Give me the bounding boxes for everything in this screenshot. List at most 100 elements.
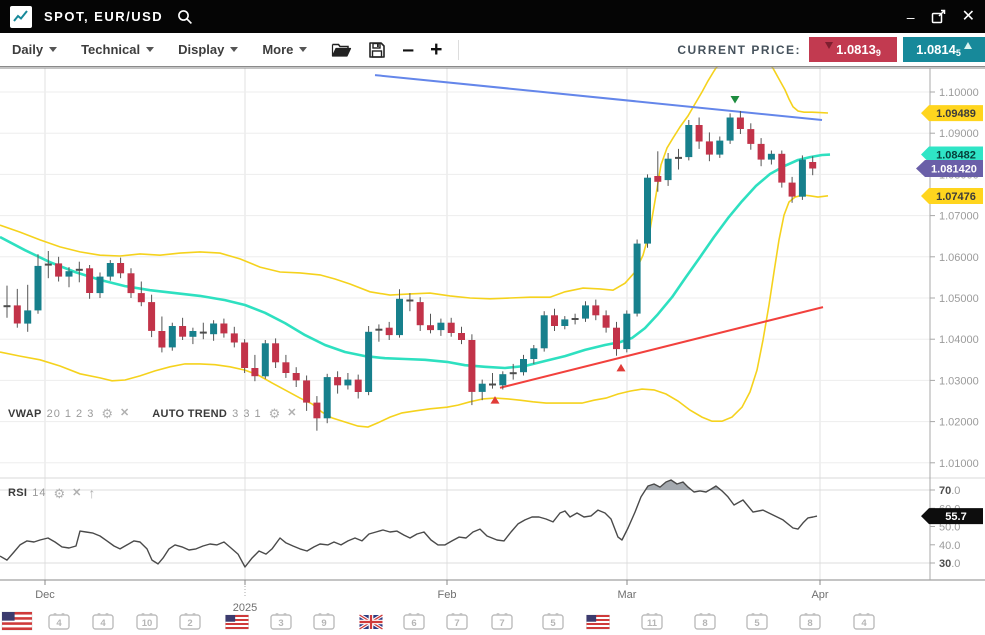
auto-trend-remove-icon[interactable]: ✕	[287, 408, 296, 419]
calendar-event-icon[interactable]: 10	[137, 613, 157, 629]
rsi-line	[0, 480, 817, 567]
calendar-event-icon[interactable]: 2	[180, 613, 200, 629]
auto-trend-support-line[interactable]	[500, 307, 823, 388]
doji-candle	[4, 305, 11, 307]
candle	[809, 162, 816, 169]
candle	[634, 244, 641, 314]
us-flag-icon[interactable]	[2, 612, 32, 630]
time-axis: Dec2025FebMarApr	[35, 580, 829, 614]
svg-text:1.10000: 1.10000	[939, 87, 979, 99]
chart-app-icon	[10, 6, 32, 28]
candle	[468, 340, 475, 392]
auto-trend-label: AUTO TREND	[152, 408, 227, 420]
zoom-out-button[interactable]: –	[402, 39, 414, 60]
svg-text:10: 10	[142, 618, 153, 629]
auto-trend-resistance-line[interactable]	[375, 75, 822, 120]
rsi-move-up-icon[interactable]: ↑	[88, 486, 95, 500]
us-flag-icon[interactable]	[226, 615, 249, 629]
close-button[interactable]: ✕	[962, 9, 975, 25]
window-title: SPOT, EUR/USD	[44, 9, 163, 24]
calendar-event-icon[interactable]: 4	[49, 613, 69, 629]
svg-text:40.0: 40.0	[939, 540, 960, 552]
candle	[758, 144, 765, 160]
svg-text:55.7: 55.7	[945, 511, 966, 523]
candle	[66, 271, 73, 276]
open-folder-icon[interactable]	[331, 41, 352, 58]
bollinger-upper-band	[0, 67, 828, 299]
menu-daily[interactable]: Daily	[12, 42, 57, 57]
calendar-event-icon[interactable]: 5	[543, 613, 563, 629]
candle	[324, 377, 331, 418]
svg-text:30.0: 30.0	[939, 558, 960, 570]
candle	[768, 154, 775, 160]
doji-candle	[200, 332, 207, 334]
rsi-label: RSI	[8, 487, 27, 499]
candle	[158, 331, 165, 348]
us-flag-icon[interactable]	[587, 615, 610, 629]
doji-candle	[406, 300, 413, 302]
candle	[613, 328, 620, 349]
svg-text:4: 4	[861, 618, 867, 629]
calendar-event-icon[interactable]: 5	[747, 613, 767, 629]
calendar-event-icon[interactable]: 4	[854, 613, 874, 629]
candle	[220, 324, 227, 334]
svg-text:1.07476: 1.07476	[936, 191, 976, 203]
candle	[169, 326, 176, 347]
calendar-event-icon[interactable]: 7	[492, 613, 512, 629]
chart-area[interactable]: 1.100001.090001.080001.070001.060001.050…	[0, 67, 985, 635]
vertical-gridlines	[45, 68, 820, 580]
candle	[623, 314, 630, 349]
rsi-settings-gear-icon[interactable]: ⚙	[54, 487, 66, 500]
candle	[541, 315, 548, 348]
price-down-arrow-icon	[825, 42, 833, 49]
doji-candle	[375, 329, 382, 331]
menu-more[interactable]: More	[262, 42, 307, 57]
candle	[685, 125, 692, 157]
zoom-in-button[interactable]: +	[430, 39, 442, 60]
svg-text:1.02000: 1.02000	[939, 417, 979, 429]
candle	[148, 302, 155, 331]
candle	[24, 310, 31, 323]
candle	[737, 118, 744, 130]
candle	[55, 263, 62, 276]
calendar-event-icon[interactable]: 8	[800, 613, 820, 629]
svg-text:1.09489: 1.09489	[936, 108, 976, 120]
svg-text:1.081420: 1.081420	[931, 164, 977, 176]
candle	[437, 323, 444, 330]
menu-technical[interactable]: Technical	[81, 42, 154, 57]
rsi-remove-icon[interactable]: ✕	[72, 488, 81, 499]
calendar-event-icon[interactable]: 7	[447, 613, 467, 629]
svg-text:4: 4	[100, 618, 106, 629]
svg-text:4: 4	[56, 618, 62, 629]
uk-flag-icon[interactable]	[360, 615, 383, 629]
search-icon[interactable]	[177, 9, 193, 25]
candle	[35, 266, 42, 311]
minimize-button[interactable]: –	[907, 10, 915, 24]
auto-trend-settings-gear-icon[interactable]: ⚙	[269, 407, 281, 420]
candle	[210, 324, 217, 335]
save-icon[interactable]	[368, 41, 386, 59]
vwap-settings-gear-icon[interactable]: ⚙	[101, 407, 113, 420]
candle	[799, 160, 806, 197]
calendar-event-icon[interactable]: 8	[695, 613, 715, 629]
signal-sell-marker-icon	[731, 96, 740, 104]
calendar-event-icon[interactable]: 11	[642, 613, 662, 629]
toolbar: Daily Technical Display More	[0, 33, 985, 67]
calendar-event-icon[interactable]: 4	[93, 613, 113, 629]
calendar-event-icon[interactable]: 9	[314, 613, 334, 629]
popout-button[interactable]	[931, 9, 946, 24]
calendar-event-icon[interactable]: 6	[404, 613, 424, 629]
chevron-down-icon	[299, 47, 307, 52]
events-row: 4 4 10 2 3 9 6 7 7 5 11 8 5 8 4	[2, 612, 874, 630]
candle	[344, 380, 351, 386]
candle	[644, 178, 651, 244]
menu-display[interactable]: Display	[178, 42, 238, 57]
svg-text:Apr: Apr	[811, 589, 828, 601]
candle	[272, 343, 279, 362]
candle	[696, 125, 703, 142]
svg-text:1.07000: 1.07000	[939, 211, 979, 223]
calendar-event-icon[interactable]: 3	[271, 613, 291, 629]
svg-text:3: 3	[278, 618, 283, 629]
vwap-remove-icon[interactable]: ✕	[120, 408, 129, 419]
candle	[334, 377, 341, 385]
